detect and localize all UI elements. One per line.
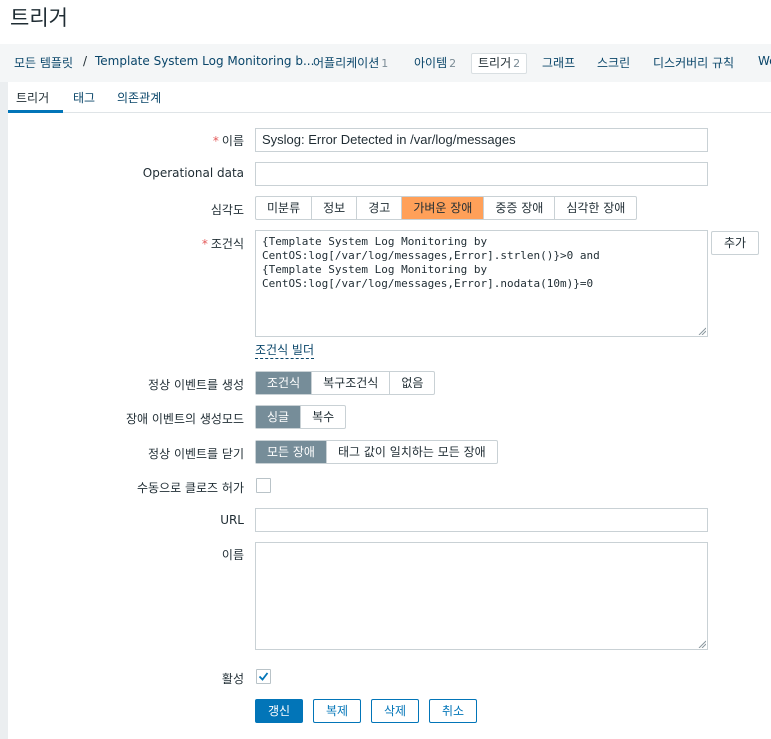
description-textarea[interactable] [255,542,708,650]
manual-close-checkbox[interactable] [256,478,271,493]
update-button[interactable]: 갱신 [255,699,303,723]
nav-items-count: 2 [449,57,457,70]
title-bar: 트리거 [0,0,771,44]
nav-discovery-rules[interactable]: 디스커버리 규칙 [653,54,734,71]
expression-label-text: 조건식 [210,237,244,251]
problem-mode-single[interactable]: 싱글 [256,406,302,428]
ok-close-tag-match[interactable]: 태그 값이 일치하는 모든 장애 [327,441,497,463]
severity-not-classified[interactable]: 미분류 [256,197,313,219]
ok-event-label: 정상 이벤트를 생성 [148,378,244,392]
nav-all-templates[interactable]: 모든 템플릿 [14,54,73,71]
opdata-label: Operational data [142,166,244,180]
problem-mode-multiple[interactable]: 복수 [301,406,345,428]
severity-information[interactable]: 정보 [312,197,358,219]
severity-selector: 미분류 정보 경고 가벼운 장애 중증 장애 심각한 장애 [255,196,638,220]
form-tabs: 트리거 태그 의존관계 [8,82,771,113]
problem-mode-label: 장애 이벤트의 생성모드 [125,412,244,426]
ok-event-expression[interactable]: 조건식 [256,372,313,394]
severity-high[interactable]: 중증 장애 [484,197,556,219]
template-nav: 모든 템플릿 / Template System Log Monitoring … [0,44,771,82]
expression-builder-link[interactable]: 조건식 빌더 [255,343,315,359]
nav-screens[interactable]: 스크린 [597,54,630,71]
required-marker: * [212,134,219,148]
severity-average[interactable]: 가벼운 장애 [402,197,485,219]
tab-tags[interactable]: 태그 [73,89,95,106]
nav-triggers-current[interactable]: 트리거 2 [471,53,528,74]
required-marker: * [201,237,208,251]
name-label: * 이름 [213,132,244,149]
resize-grip-icon[interactable] [698,327,706,335]
ok-close-selector: 모든 장애 태그 값이 일치하는 모든 장애 [255,440,498,464]
nav-applications[interactable]: 어플리케이션 1 [313,54,388,71]
clone-button[interactable]: 복제 [313,699,361,723]
nav-web[interactable]: We [758,54,771,68]
delete-button[interactable]: 삭제 [371,699,419,723]
page-title: 트리거 [10,6,68,30]
nav-applications-count: 1 [381,57,389,70]
name-input[interactable]: Syslog: Error Detected in /var/log/messa… [255,128,708,152]
severity-disaster[interactable]: 심각한 장애 [555,197,636,219]
nav-separator: / [83,54,88,68]
ok-close-label: 정상 이벤트를 닫기 [148,447,244,461]
cancel-button[interactable]: 취소 [429,699,477,723]
severity-label: 심각도 [210,203,244,217]
nav-applications-label: 어플리케이션 [313,56,380,70]
url-label: URL [220,513,244,527]
opdata-input[interactable] [255,162,708,186]
problem-mode-selector: 싱글 복수 [255,405,347,429]
nav-triggers-count: 2 [513,57,521,70]
url-input[interactable] [255,508,708,532]
add-expression-button[interactable]: 추가 [711,231,759,255]
enabled-checkbox[interactable] [256,669,271,684]
expression-label: * 조건식 [202,235,244,252]
tab-dependencies[interactable]: 의존관계 [117,89,161,106]
enabled-label: 활성 [221,672,244,686]
name-label-text: 이름 [221,134,244,148]
ok-event-none[interactable]: 없음 [390,372,434,394]
ok-event-selector: 조건식 복구조건식 없음 [255,371,436,395]
nav-template-name[interactable]: Template System Log Monitoring b... [95,54,314,68]
manual-close-label: 수동으로 클로즈 허가 [137,481,244,495]
nav-triggers-label: 트리거 [478,56,512,70]
description-label: 이름 [221,548,244,562]
nav-graphs[interactable]: 그래프 [542,54,575,71]
nav-items[interactable]: 아이템 2 [414,54,456,71]
expression-textarea[interactable]: {Template System Log Monitoring by CentO… [255,230,708,337]
nav-items-label: 아이템 [414,56,448,70]
checkmark-icon [258,672,269,681]
ok-event-recovery-expression[interactable]: 복구조건식 [312,372,391,394]
tab-trigger[interactable]: 트리거 [16,89,49,106]
ok-close-all-problems[interactable]: 모든 장애 [256,441,327,463]
severity-warning[interactable]: 경고 [357,197,403,219]
resize-grip-icon[interactable] [698,640,706,648]
